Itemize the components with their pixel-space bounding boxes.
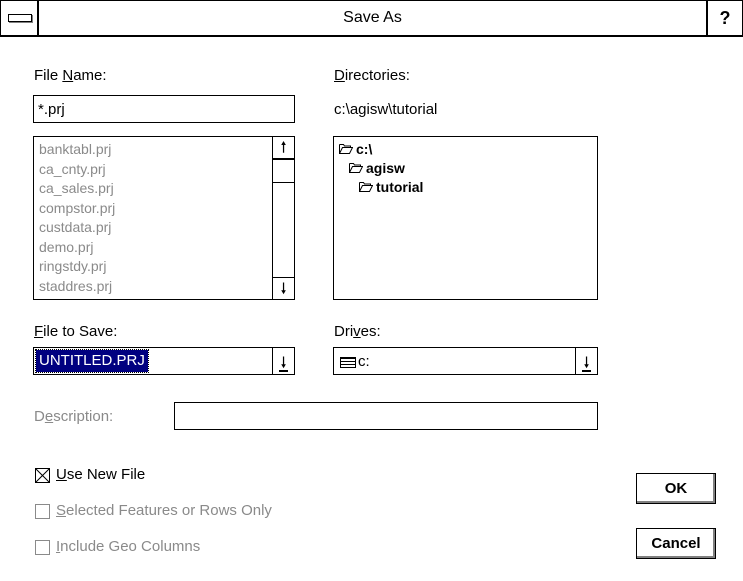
dropdown-arrow-icon[interactable]: 🠓 (272, 348, 294, 374)
include-geo-label[interactable]: Include Geo Columns (56, 538, 200, 555)
folder-open-icon (339, 139, 354, 159)
directory-item[interactable]: tutorial (359, 177, 423, 197)
cancel-button[interactable]: Cancel (636, 528, 716, 559)
file-list-item[interactable]: ringstdy.prj (39, 256, 106, 276)
title-bar[interactable]: Save As ? (0, 0, 743, 37)
file-list-scrollbar[interactable]: 🠑 🠓 (272, 137, 294, 299)
directory-item[interactable]: c:\ (339, 139, 372, 159)
drives-dropdown[interactable]: c: 🠓 (333, 347, 598, 375)
check-x-icon (36, 469, 49, 482)
selected-only-checkbox[interactable] (35, 504, 50, 519)
system-menu-icon (8, 14, 32, 22)
folder-open-icon (349, 158, 364, 178)
directory-list[interactable]: c:\ agisw tutorial (333, 136, 598, 300)
use-new-file-checkbox[interactable] (35, 468, 50, 483)
file-list-item[interactable]: custdata.prj (39, 217, 111, 237)
file-list[interactable]: banktabl.prj ca_cnty.prj ca_sales.prj comps… (33, 136, 295, 300)
directory-item-label: c:\ (356, 141, 373, 157)
ok-button[interactable]: OK (636, 473, 716, 504)
system-menu-button[interactable] (1, 1, 39, 35)
file-name-input[interactable]: *.prj (33, 95, 295, 123)
file-to-save-label: File to Save: (34, 323, 118, 340)
scroll-up-arrow-icon[interactable]: 🠑 (273, 137, 294, 159)
directory-item-label: agisw (366, 160, 405, 176)
file-name-label: File Name: (34, 67, 107, 84)
folder-open-icon (359, 177, 374, 197)
scroll-thumb[interactable] (273, 159, 294, 183)
file-list-item[interactable]: staddres.prj (39, 276, 112, 296)
file-list-item[interactable]: ca_sales.prj (39, 178, 114, 198)
file-list-item[interactable]: banktabl.prj (39, 139, 111, 159)
dropdown-arrow-icon[interactable]: 🠓 (575, 348, 597, 374)
file-to-save-dropdown[interactable]: UNTITLED.PRJ 🠓 (33, 347, 295, 375)
directories-label: Directories: (334, 67, 410, 84)
file-list-item[interactable]: ca_cnty.prj (39, 159, 106, 179)
file-to-save-value: UNTITLED.PRJ (35, 349, 149, 373)
directory-item[interactable]: agisw (349, 158, 405, 178)
description-input[interactable] (174, 402, 598, 430)
file-list-item[interactable]: compstor.prj (39, 198, 115, 218)
drives-value: c: (358, 353, 370, 370)
window-title: Save As (343, 9, 402, 26)
description-label: Description: (34, 408, 114, 425)
help-button[interactable]: ? (706, 1, 742, 35)
directory-item-label: tutorial (376, 179, 424, 195)
selected-only-label[interactable]: Selected Features or Rows Only (56, 502, 272, 519)
drives-label: Drives: (334, 323, 381, 340)
include-geo-checkbox[interactable] (35, 540, 50, 555)
use-new-file-label[interactable]: Use New File (56, 466, 145, 483)
drive-icon (340, 357, 356, 368)
scroll-down-arrow-icon[interactable]: 🠓 (273, 277, 294, 299)
current-directory-path: c:\agisw\tutorial (334, 101, 438, 118)
file-name-value: *.prj (38, 101, 65, 118)
file-list-item[interactable]: demo.prj (39, 237, 93, 257)
